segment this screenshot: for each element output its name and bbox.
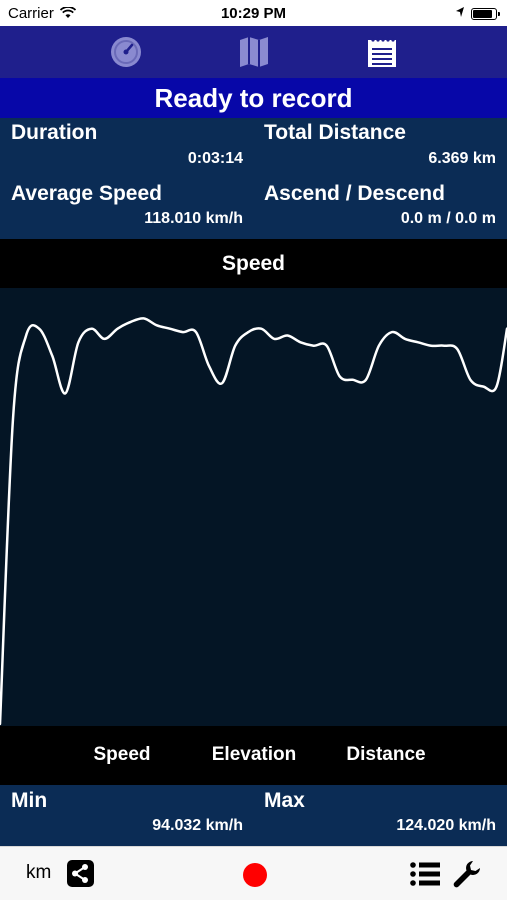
status-right (455, 5, 500, 22)
speed-chart (0, 288, 507, 726)
status-bar: Carrier 10:29 PM (0, 0, 507, 26)
chart-tab-elevation[interactable]: Elevation (184, 744, 324, 766)
unit-toggle[interactable]: km (26, 862, 51, 884)
ascend-label: Ascend / Descend (264, 182, 445, 205)
min-value: 94.032 km/h (152, 817, 243, 834)
battery-icon (471, 7, 500, 20)
share-icon (67, 860, 94, 887)
clock: 10:29 PM (220, 5, 287, 22)
distance-label: Total Distance (264, 121, 406, 144)
list-button[interactable] (410, 861, 440, 892)
avg-speed-label: Average Speed (11, 182, 162, 205)
record-button[interactable] (243, 863, 267, 887)
speedometer-icon (111, 37, 141, 67)
notepad-icon (368, 38, 396, 67)
stats-panel: Duration 0:03:14 Total Distance 6.369 km… (0, 118, 507, 239)
share-button[interactable] (67, 860, 94, 892)
settings-button[interactable] (452, 859, 482, 894)
map-icon (240, 37, 268, 67)
tab-speedometer[interactable] (108, 34, 144, 70)
top-tab-bar (0, 26, 507, 78)
tab-notepad[interactable] (364, 34, 400, 70)
distance-value: 6.369 km (428, 150, 496, 167)
duration-label: Duration (11, 121, 98, 144)
location-arrow-icon (455, 5, 465, 22)
min-label: Min (11, 789, 48, 812)
chart-tab-distance[interactable]: Distance (316, 744, 456, 766)
avg-speed-value: 118.010 km/h (144, 210, 243, 227)
chart-tab-speed[interactable]: Speed (52, 744, 192, 766)
tab-map[interactable] (236, 34, 272, 70)
bottom-toolbar: km (0, 846, 507, 900)
duration-value: 0:03:14 (187, 150, 243, 167)
max-value: 124.020 km/h (396, 817, 496, 834)
wrench-icon (453, 861, 480, 888)
minmax-panel: Min 94.032 km/h Max 124.020 km/h (0, 785, 507, 846)
ascend-value: 0.0 m / 0.0 m (400, 210, 496, 227)
status-banner: Ready to record (0, 78, 507, 118)
speed-chart-svg (0, 317, 507, 726)
chart-type-selector: Speed Elevation Distance (0, 726, 507, 785)
speed-series-line (0, 317, 507, 726)
list-icon (410, 862, 440, 886)
max-label: Max (264, 789, 305, 812)
chart-title: Speed (0, 239, 507, 288)
